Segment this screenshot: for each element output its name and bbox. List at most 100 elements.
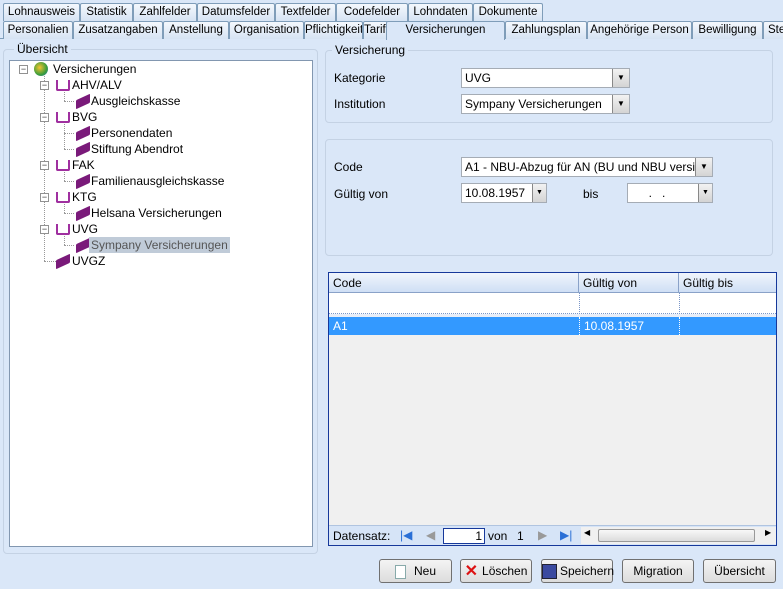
collapse-toggle[interactable]: − bbox=[40, 81, 49, 90]
tree-line bbox=[64, 170, 65, 181]
filter-row[interactable] bbox=[329, 293, 776, 314]
chevron-down-icon[interactable]: ▼ bbox=[612, 95, 629, 113]
tab-pflichtigkeit[interactable]: Pflichtigkeit bbox=[304, 21, 363, 39]
book-icon bbox=[76, 237, 90, 254]
tab-organisation[interactable]: Organisation bbox=[229, 21, 304, 39]
delete-label: Löschen bbox=[482, 564, 528, 578]
tab-bewilligung[interactable]: Bewilligung bbox=[692, 21, 763, 39]
kategorie-select[interactable]: UVG ▼ bbox=[461, 68, 630, 88]
save-button[interactable]: Speichern bbox=[541, 559, 615, 583]
scrollbar-thumb[interactable] bbox=[598, 529, 755, 542]
record-total: 1 bbox=[517, 529, 524, 543]
gueltig-von-value: 10.08.1957 bbox=[465, 186, 526, 200]
horizontal-scrollbar[interactable]: ◀ ▶ bbox=[581, 527, 776, 544]
next-record-icon[interactable]: ▶ bbox=[538, 528, 547, 542]
first-record-icon[interactable]: |◀ bbox=[400, 528, 412, 542]
versicherung-grid[interactable]: Code Gültig von Gültig bis A1 10.08.1957… bbox=[328, 272, 777, 546]
overview-title: Übersicht bbox=[14, 42, 71, 56]
tab-angehoerige-person[interactable]: Angehörige Person bbox=[587, 21, 692, 39]
code-value: A1 - NBU-Abzug für AN (BU und NBU versic… bbox=[465, 160, 713, 174]
cell-gueltig-von: 10.08.1957 bbox=[579, 317, 644, 335]
tab-lohndaten[interactable]: Lohndaten bbox=[408, 3, 473, 21]
new-document-icon bbox=[394, 564, 406, 579]
tree-root[interactable]: Versicherungen bbox=[53, 61, 136, 77]
tab-anstellung[interactable]: Anstellung bbox=[163, 21, 229, 39]
column-header-gueltig-bis[interactable]: Gültig bis bbox=[679, 273, 776, 293]
column-header-label: Gültig bis bbox=[683, 276, 734, 290]
tree-node[interactable]: AHV/ALV bbox=[72, 77, 122, 93]
chevron-down-icon[interactable]: ▼ bbox=[695, 158, 712, 176]
chevron-down-icon[interactable]: ▼ bbox=[612, 69, 629, 87]
collapse-toggle[interactable]: − bbox=[40, 161, 49, 170]
delete-x-icon: ✕ bbox=[464, 562, 479, 580]
floppy-disk-icon bbox=[542, 564, 557, 580]
delete-button[interactable]: ✕ Löschen bbox=[460, 559, 532, 583]
tree-node[interactable]: BVG bbox=[72, 109, 97, 125]
record-number-input[interactable]: 1 bbox=[443, 528, 485, 544]
tab-datumsfelder[interactable]: Datumsfelder bbox=[197, 3, 275, 21]
tree-node[interactable]: Personendaten bbox=[91, 125, 172, 141]
tab-zusatzangaben[interactable]: Zusatzangaben bbox=[73, 21, 163, 39]
tree-node[interactable]: UVG bbox=[72, 221, 98, 237]
tab-more[interactable]: Ste bbox=[763, 21, 783, 39]
tab-zahlfelder[interactable]: Zahlfelder bbox=[133, 3, 197, 21]
kategorie-value: UVG bbox=[465, 71, 492, 85]
tab-dokumente[interactable]: Dokumente bbox=[473, 3, 543, 21]
tab-personalien[interactable]: Personalien bbox=[3, 21, 73, 39]
tab-codefelder[interactable]: Codefelder bbox=[336, 3, 408, 21]
collapse-toggle[interactable]: − bbox=[40, 113, 49, 122]
folder-icon bbox=[56, 192, 70, 203]
migration-button[interactable]: Migration bbox=[622, 559, 694, 583]
chevron-down-icon[interactable]: ▼ bbox=[532, 184, 546, 202]
institution-value: Sympany Versicherungen bbox=[465, 97, 602, 111]
tree-node[interactable]: KTG bbox=[72, 189, 97, 205]
cell-divider bbox=[679, 293, 680, 314]
column-header-gueltig-von[interactable]: Gültig von bbox=[579, 273, 679, 293]
tree-node[interactable]: UVGZ bbox=[72, 253, 105, 269]
institution-select[interactable]: Sympany Versicherungen ▼ bbox=[461, 94, 630, 114]
tab-textfelder[interactable]: Textfelder bbox=[275, 3, 336, 21]
previous-record-icon[interactable]: ◀ bbox=[426, 528, 435, 542]
book-icon bbox=[76, 173, 90, 190]
overview-tree[interactable]: − Versicherungen − AHV/ALV Ausgleichskas… bbox=[9, 60, 313, 547]
tree-node-selected[interactable]: Sympany Versicherungen bbox=[89, 237, 230, 253]
chevron-down-icon[interactable]: ▼ bbox=[698, 184, 712, 202]
code-select[interactable]: A1 - NBU-Abzug für AN (BU und NBU versic… bbox=[461, 157, 713, 177]
tree-node[interactable]: FAK bbox=[72, 157, 95, 173]
save-label: Speichern bbox=[560, 564, 615, 578]
tab-versicherungen[interactable]: Versicherungen bbox=[386, 21, 505, 40]
book-icon bbox=[76, 125, 90, 142]
tab-zahlungsplan[interactable]: Zahlungsplan bbox=[505, 21, 587, 39]
overview-button[interactable]: Übersicht bbox=[703, 559, 776, 583]
last-record-icon[interactable]: ▶| bbox=[560, 528, 572, 542]
tree-line bbox=[64, 122, 65, 149]
column-header-code[interactable]: Code bbox=[329, 273, 579, 293]
scroll-left-icon[interactable]: ◀ bbox=[584, 528, 590, 537]
tree-line bbox=[64, 90, 65, 101]
collapse-toggle[interactable]: − bbox=[19, 65, 28, 74]
tab-statistik[interactable]: Statistik bbox=[80, 3, 133, 21]
table-row[interactable]: A1 10.08.1957 bbox=[329, 317, 776, 335]
collapse-toggle[interactable]: − bbox=[40, 193, 49, 202]
bis-value: . . bbox=[642, 186, 666, 200]
bis-datepicker[interactable]: . . ▼ bbox=[627, 183, 713, 203]
tree-node[interactable]: Stiftung Abendrot bbox=[91, 141, 183, 157]
tree-node[interactable]: Familienausgleichskasse bbox=[91, 173, 224, 189]
tree-line bbox=[44, 261, 56, 262]
scroll-right-icon[interactable]: ▶ bbox=[765, 528, 771, 537]
folder-icon bbox=[56, 224, 70, 235]
record-navigator: Datensatz: |◀ ◀ 1 von 1 ▶ ▶| ◀ ▶ bbox=[329, 525, 776, 545]
tab-lohnausweis[interactable]: Lohnausweis bbox=[3, 3, 80, 21]
cell-divider bbox=[579, 293, 580, 314]
institution-label: Institution bbox=[334, 97, 386, 111]
tab-tarife[interactable]: Tarife bbox=[363, 21, 388, 39]
tree-node[interactable]: Helsana Versicherungen bbox=[91, 205, 222, 221]
new-button[interactable]: Neu bbox=[379, 559, 452, 583]
gueltig-von-datepicker[interactable]: 10.08.1957 ▼ bbox=[461, 183, 547, 203]
tree-node[interactable]: Ausgleichskasse bbox=[91, 93, 180, 109]
tree-line bbox=[64, 149, 74, 150]
tree-line bbox=[64, 245, 74, 246]
collapse-toggle[interactable]: − bbox=[40, 225, 49, 234]
folder-icon bbox=[56, 160, 70, 171]
bis-label: bis bbox=[583, 187, 599, 201]
